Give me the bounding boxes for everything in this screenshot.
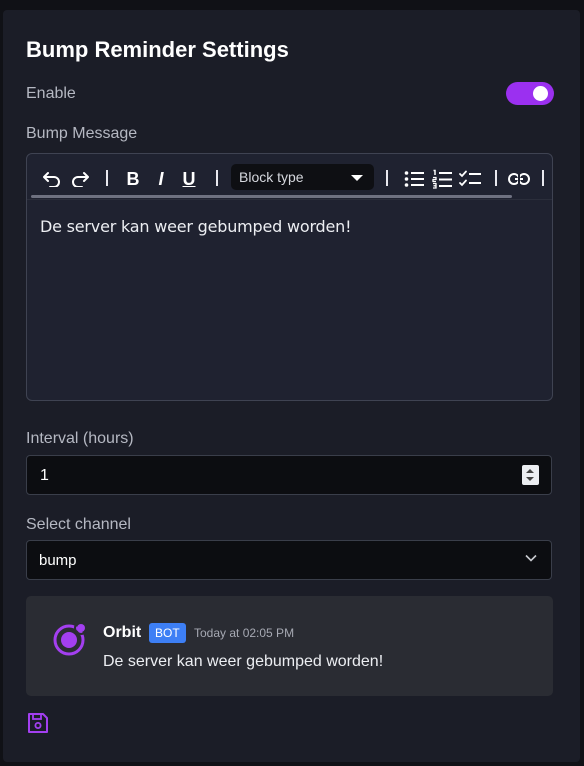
toolbar-scrollbar[interactable] bbox=[31, 195, 512, 198]
undo-icon[interactable] bbox=[41, 168, 63, 190]
caret-down-icon bbox=[351, 175, 363, 181]
toolbar-separator bbox=[216, 170, 218, 186]
underline-button[interactable]: U bbox=[180, 167, 198, 191]
block-type-label: Block type bbox=[239, 169, 304, 185]
bump-message-label: Bump Message bbox=[26, 125, 138, 142]
rich-text-editor: B I U Block type De server kan weer gebu… bbox=[26, 153, 553, 401]
bot-name: Orbit bbox=[103, 624, 142, 641]
orbit-logo-icon bbox=[53, 621, 88, 656]
redo-icon[interactable] bbox=[69, 168, 91, 190]
channel-value: bump bbox=[39, 552, 77, 569]
toolbar-separator bbox=[386, 170, 388, 186]
block-type-select[interactable]: Block type bbox=[231, 164, 374, 190]
bold-button[interactable]: B bbox=[124, 167, 142, 191]
channel-label: Select channel bbox=[26, 516, 131, 533]
interval-label: Interval (hours) bbox=[26, 430, 134, 447]
stepper-down-icon[interactable] bbox=[526, 477, 534, 481]
enable-label: Enable bbox=[26, 85, 76, 102]
channel-select[interactable]: bump bbox=[26, 540, 552, 580]
toggle-knob bbox=[533, 86, 548, 101]
editor-content[interactable]: De server kan weer gebumped worden! bbox=[40, 217, 351, 236]
toolbar-separator bbox=[106, 170, 108, 186]
toolbar-separator bbox=[542, 170, 544, 186]
editor-toolbar: B I U Block type bbox=[27, 154, 552, 200]
italic-button[interactable]: I bbox=[152, 167, 170, 191]
interval-input[interactable]: 1 bbox=[26, 455, 552, 495]
interval-stepper[interactable] bbox=[522, 465, 539, 485]
interval-value: 1 bbox=[40, 467, 49, 484]
save-icon[interactable] bbox=[27, 712, 49, 734]
check-list-icon[interactable] bbox=[459, 168, 481, 190]
chevron-down-icon bbox=[525, 554, 537, 562]
numbered-list-icon[interactable] bbox=[431, 168, 453, 190]
link-icon[interactable] bbox=[508, 168, 530, 190]
bullet-list-icon[interactable] bbox=[403, 168, 425, 190]
bot-badge: BOT bbox=[149, 623, 186, 643]
toolbar-divider bbox=[27, 199, 552, 200]
message-timestamp: Today at 02:05 PM bbox=[194, 626, 295, 640]
preview-message: De server kan weer gebumped worden! bbox=[103, 653, 384, 670]
stepper-up-icon[interactable] bbox=[526, 469, 534, 473]
enable-toggle[interactable] bbox=[506, 82, 554, 105]
page-title: Bump Reminder Settings bbox=[26, 37, 289, 62]
toolbar-separator bbox=[495, 170, 497, 186]
message-preview: Orbit BOT Today at 02:05 PM De server ka… bbox=[26, 596, 553, 696]
